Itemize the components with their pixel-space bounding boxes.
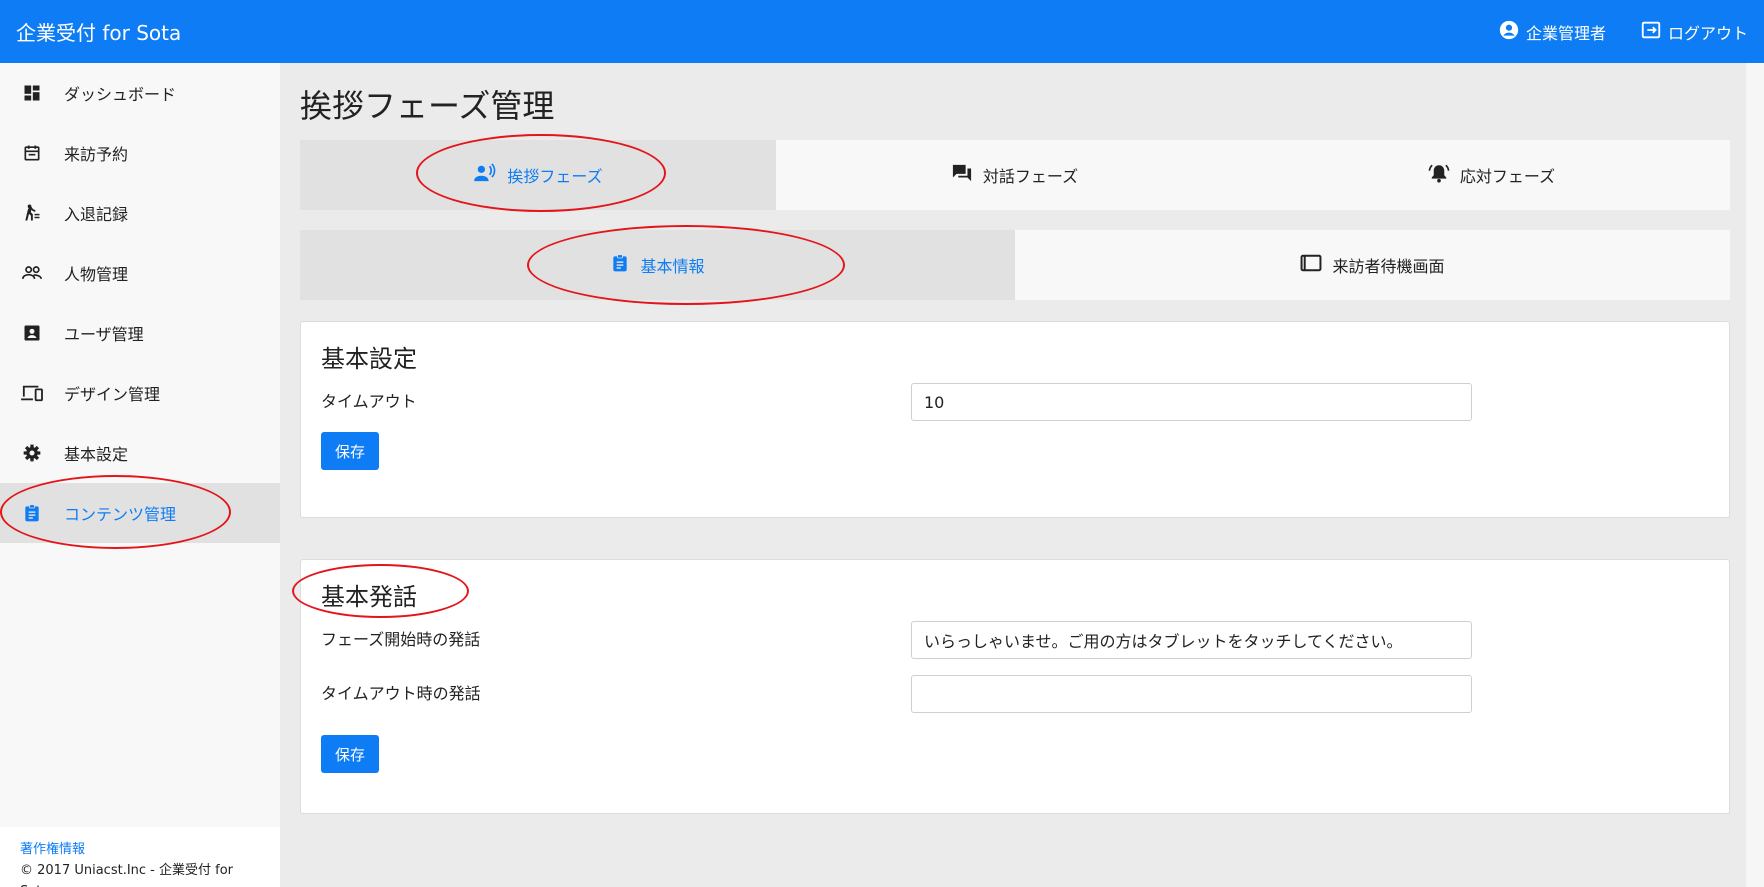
tab-label: 対話フェーズ [982, 167, 1079, 186]
copyright-text: © 2017 Uniacst.Inc - 企業受付 for Sota [20, 863, 234, 887]
sidebar: ダッシュボード 来訪予約 入退記録 人物管理 ユーザ管理 デザイン管理 基本設定… [0, 63, 280, 887]
save-basic-settings-button[interactable]: 保存 [321, 432, 379, 470]
account-menu[interactable]: 企業管理者 [1498, 19, 1606, 45]
tab-visitor-waiting-screen[interactable]: 来訪者待機画面 [1015, 230, 1730, 300]
bell-icon [1428, 163, 1450, 187]
sub-tabs: 基本情報 来訪者待機画面 [300, 230, 1730, 300]
sidebar-footer: 著作権情報 © 2017 Uniacst.Inc - 企業受付 for Sota [0, 827, 280, 887]
page-title: 挨拶フェーズ管理 [300, 87, 555, 125]
timeout-label: タイムアウト [321, 392, 417, 411]
logout-icon [1640, 19, 1662, 45]
tab-response-phase[interactable]: 応対フェーズ [1253, 140, 1730, 210]
calendar-icon [20, 141, 44, 165]
tab-greeting-phase[interactable]: 挨拶フェーズ [300, 140, 776, 210]
sidebar-item-settings[interactable]: 基本設定 [0, 423, 280, 483]
timeout-speech-input[interactable] [911, 675, 1472, 713]
devices-icon [20, 381, 44, 405]
basic-speech-card: 基本発話 フェーズ開始時の発話 タイムアウト時の発話 保存 [300, 559, 1730, 814]
sidebar-item-label: 人物管理 [64, 265, 129, 284]
tab-label: 挨拶フェーズ [507, 167, 603, 186]
phase-tabs: 挨拶フェーズ 対話フェーズ 応対フェーズ [300, 140, 1730, 210]
sidebar-item-label: ダッシュボード [64, 85, 177, 104]
phase-start-speech-label: フェーズ開始時の発話 [321, 630, 481, 649]
sidebar-item-dashboard[interactable]: ダッシュボード [0, 63, 280, 123]
sidebar-item-design[interactable]: デザイン管理 [0, 363, 280, 423]
sidebar-item-users[interactable]: ユーザ管理 [0, 303, 280, 363]
walk-icon [20, 201, 44, 225]
logout-button[interactable]: ログアウト [1640, 19, 1748, 45]
logout-label: ログアウト [1667, 23, 1748, 43]
basic-settings-title: 基本設定 [321, 345, 417, 373]
sidebar-item-entry-records[interactable]: 入退記録 [0, 183, 280, 243]
sidebar-item-reservations[interactable]: 来訪予約 [0, 123, 280, 183]
chat-icon [951, 163, 973, 187]
tab-dialogue-phase[interactable]: 対話フェーズ [776, 140, 1253, 210]
clipboard-icon [20, 501, 44, 525]
sidebar-item-people[interactable]: 人物管理 [0, 243, 280, 303]
dashboard-icon [20, 81, 44, 105]
contact-icon [20, 321, 44, 345]
top-actions: 企業管理者 ログアウト [1498, 19, 1748, 45]
timeout-speech-label: タイムアウト時の発話 [321, 684, 481, 703]
people-icon [20, 261, 44, 285]
top-bar: 企業受付 for Sota 企業管理者 ログアウト [0, 0, 1764, 63]
sidebar-item-label: 来訪予約 [64, 145, 129, 164]
person-voice-icon [473, 163, 497, 187]
gear-icon [20, 441, 44, 465]
sidebar-item-contents[interactable]: コンテンツ管理 [0, 483, 280, 543]
tablet-icon [1300, 254, 1322, 276]
account-circle-icon [1498, 19, 1520, 45]
sidebar-item-label: デザイン管理 [64, 385, 161, 404]
basic-settings-card: 基本設定 タイムアウト 保存 [300, 321, 1730, 518]
tab-basic-info[interactable]: 基本情報 [300, 230, 1015, 300]
tab-label: 来訪者待機画面 [1332, 257, 1445, 276]
sidebar-item-label: 入退記録 [64, 205, 129, 224]
phase-start-speech-input[interactable] [911, 621, 1472, 659]
sidebar-item-label: コンテンツ管理 [64, 505, 177, 524]
basic-speech-title: 基本発話 [321, 583, 417, 611]
account-label: 企業管理者 [1525, 23, 1606, 43]
timeout-input[interactable] [911, 383, 1472, 421]
clipboard-icon [610, 253, 630, 277]
tab-label: 基本情報 [640, 257, 705, 276]
sidebar-item-label: ユーザ管理 [64, 325, 144, 344]
tab-label: 応対フェーズ [1459, 167, 1556, 186]
sidebar-item-label: 基本設定 [64, 445, 129, 464]
copyright-link[interactable]: 著作権情報 [20, 839, 260, 860]
brand-title[interactable]: 企業受付 for Sota [16, 17, 181, 46]
save-basic-speech-button[interactable]: 保存 [321, 735, 379, 773]
scrollbar-track[interactable] [1746, 63, 1764, 887]
